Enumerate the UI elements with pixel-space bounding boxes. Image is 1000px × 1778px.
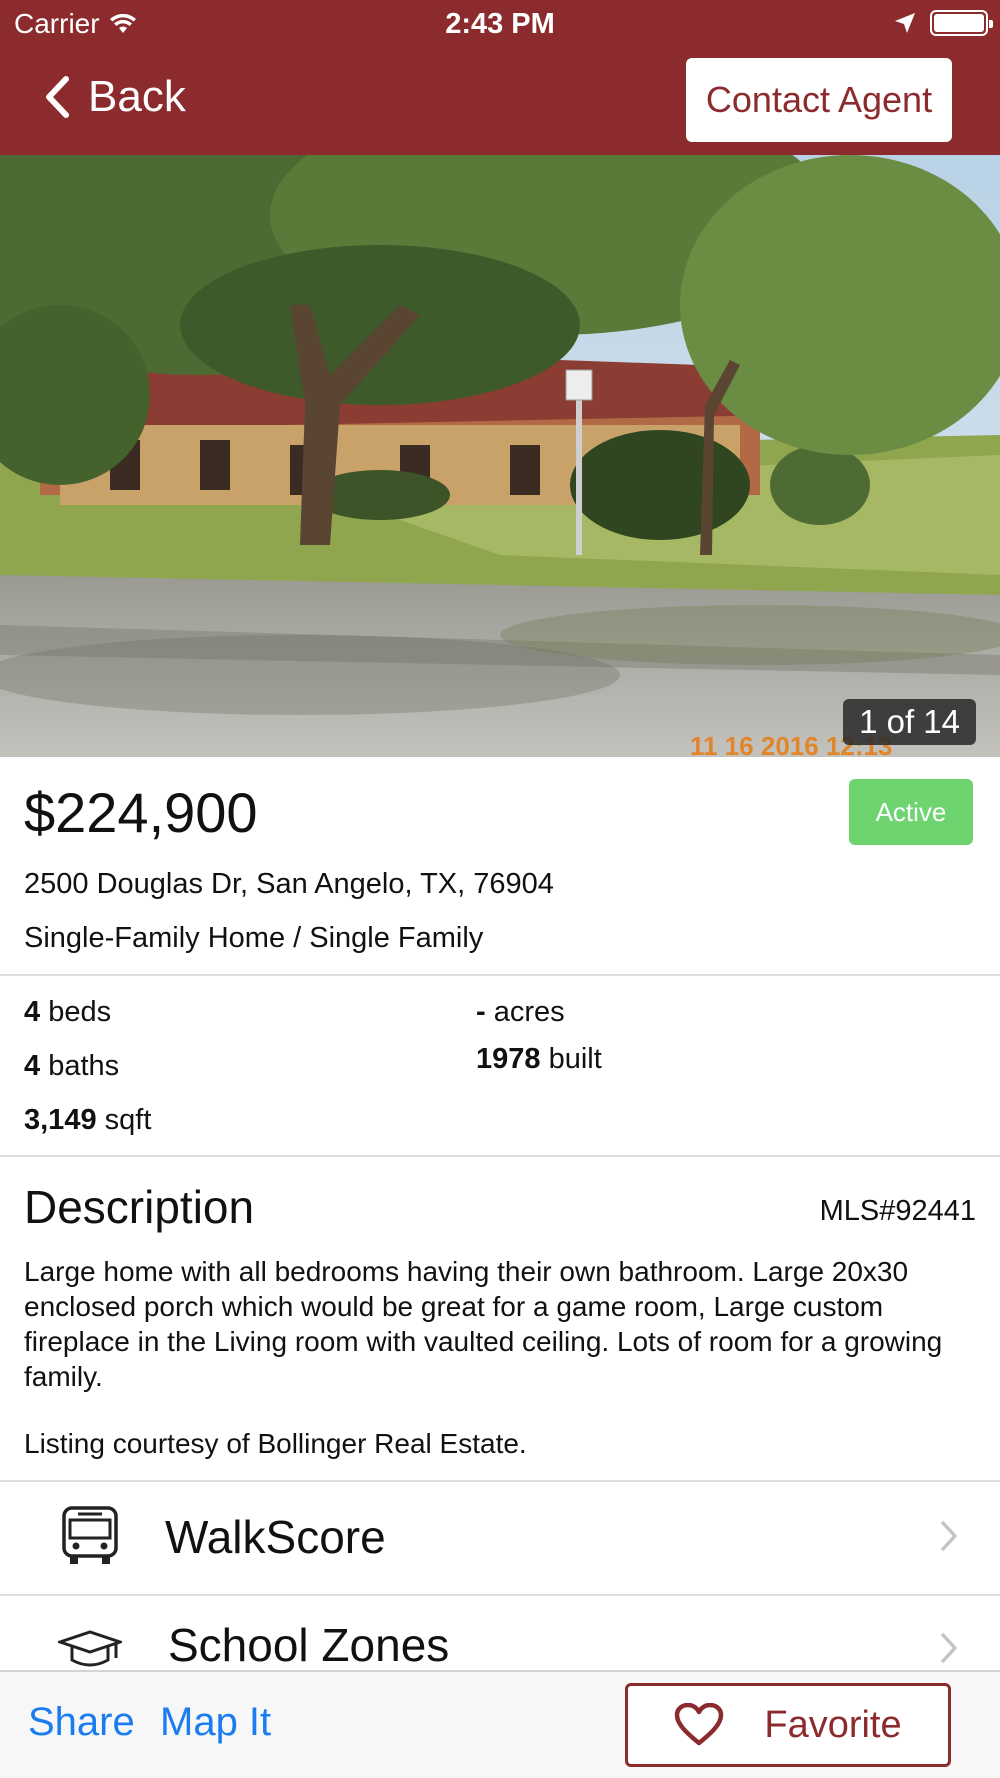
beds-value: 4 <box>24 996 41 1028</box>
built-unit: built <box>548 1043 602 1075</box>
status-bar: Carrier 2:43 PM <box>0 0 1000 50</box>
map-it-button[interactable]: Map It <box>160 1700 271 1745</box>
acres-unit: acres <box>493 996 565 1028</box>
heart-icon <box>675 1703 724 1746</box>
status-indicators <box>894 10 993 36</box>
chevron-left-icon <box>46 76 69 118</box>
walkscore-label: WalkScore <box>165 1511 386 1563</box>
house-photo-image: 11 16 2016 12:13 <box>0 155 1000 757</box>
built-stat: 1978 built <box>476 1043 602 1076</box>
property-type: Single-Family Home / Single Family <box>24 922 484 954</box>
description-text: Large home with all bedrooms having thei… <box>24 1256 943 1392</box>
baths-unit: baths <box>48 1050 120 1082</box>
chevron-right-icon <box>941 1633 957 1663</box>
acres-stat: - acres <box>476 996 565 1029</box>
bus-icon <box>62 1506 118 1564</box>
nav-bar: Carrier 2:43 PM Back Contact Agent <box>0 0 1000 155</box>
divider <box>0 1155 1000 1157</box>
divider <box>0 974 1000 976</box>
description-heading: Description <box>24 1181 255 1233</box>
built-value: 1978 <box>476 1043 541 1075</box>
sqft-unit: sqft <box>104 1104 152 1136</box>
contact-agent-button[interactable]: Contact Agent <box>686 58 952 142</box>
listing-photo[interactable]: 11 16 2016 12:13 1 of 14 <box>0 155 1000 757</box>
mls-number: MLS#92441 <box>819 1195 976 1227</box>
school-zones-label: School Zones <box>168 1619 450 1671</box>
beds-stat: 4 beds <box>24 996 111 1029</box>
baths-value: 4 <box>24 1050 41 1082</box>
acres-value: - <box>476 996 486 1028</box>
listing-address: 2500 Douglas Dr, San Angelo, TX, 76904 <box>24 868 554 900</box>
walkscore-row[interactable]: WalkScore <box>0 1482 1000 1592</box>
battery-icon <box>930 10 993 36</box>
photo-counter: 1 of 14 <box>843 699 976 745</box>
listing-price: $224,900 <box>24 781 258 844</box>
status-time: 2:43 PM <box>445 8 555 40</box>
sqft-value: 3,149 <box>24 1104 97 1136</box>
favorite-button[interactable]: Favorite <box>625 1683 951 1767</box>
graduation-cap-icon <box>58 1630 122 1667</box>
sqft-stat: 3,149 sqft <box>24 1104 151 1137</box>
share-button[interactable]: Share <box>28 1700 135 1745</box>
back-label: Back <box>88 72 186 121</box>
status-badge: Active <box>849 779 973 845</box>
listing-courtesy: Listing courtesy of Bollinger Real Estat… <box>24 1428 527 1459</box>
baths-stat: 4 baths <box>24 1050 119 1083</box>
beds-unit: beds <box>48 996 112 1028</box>
back-button[interactable]: Back <box>44 72 186 122</box>
chevron-right-icon <box>941 1521 957 1551</box>
favorite-label: Favorite <box>764 1703 902 1746</box>
location-arrow-icon <box>895 13 915 33</box>
